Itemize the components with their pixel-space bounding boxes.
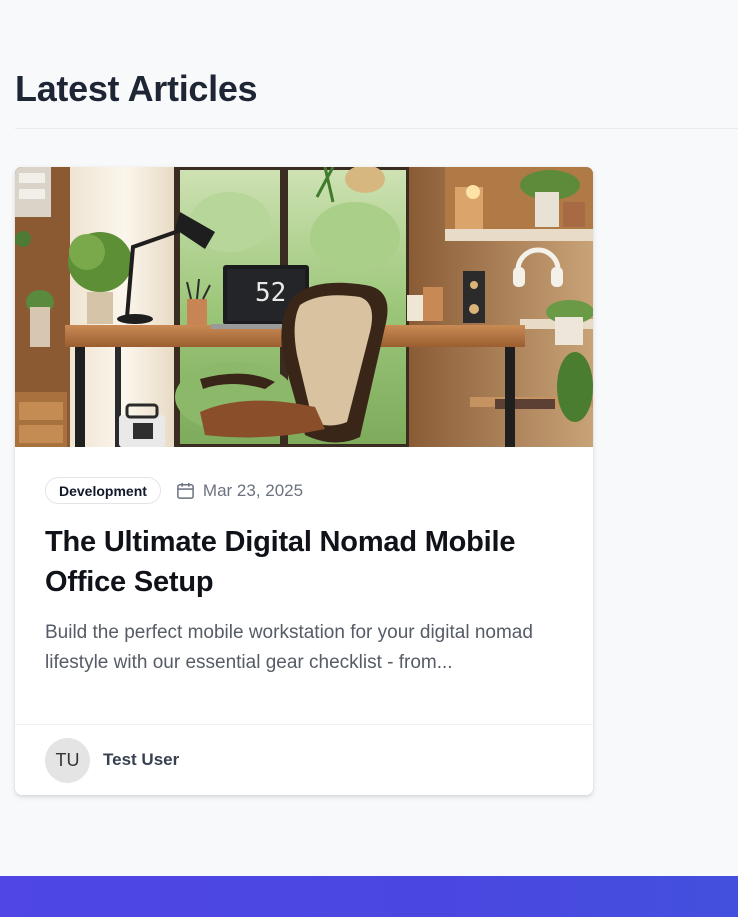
page: Latest Articles 52 Development Mar 23, 2… — [0, 0, 738, 917]
article-meta: Development Mar 23, 2025 — [45, 477, 565, 504]
article-date: Mar 23, 2025 — [176, 481, 303, 501]
laptop-screen-text: 52 — [255, 278, 286, 308]
article-cover-image[interactable]: 52 — [15, 167, 593, 447]
section-title: Latest Articles — [15, 68, 258, 109]
avatar[interactable]: TU — [45, 737, 90, 783]
article-excerpt: Build the perfect mobile workstation for… — [45, 622, 533, 673]
article-footer: TU Test User — [15, 724, 593, 795]
site-footer-band — [0, 876, 738, 917]
section-header: Latest Articles — [15, 66, 738, 129]
date-text: Mar 23, 2025 — [202, 480, 304, 500]
article-card[interactable]: 52 Development Mar 23, 2025 The Ultimate… — [15, 167, 593, 795]
article-title[interactable]: The Ultimate Digital Nomad Mobile Office… — [45, 522, 565, 602]
calendar-icon — [177, 482, 194, 499]
category-badge[interactable]: Development — [45, 477, 161, 504]
author-name[interactable]: Test User — [103, 750, 179, 770]
article-card-body: Development Mar 23, 2025 The Ultimate Di… — [45, 477, 565, 678]
